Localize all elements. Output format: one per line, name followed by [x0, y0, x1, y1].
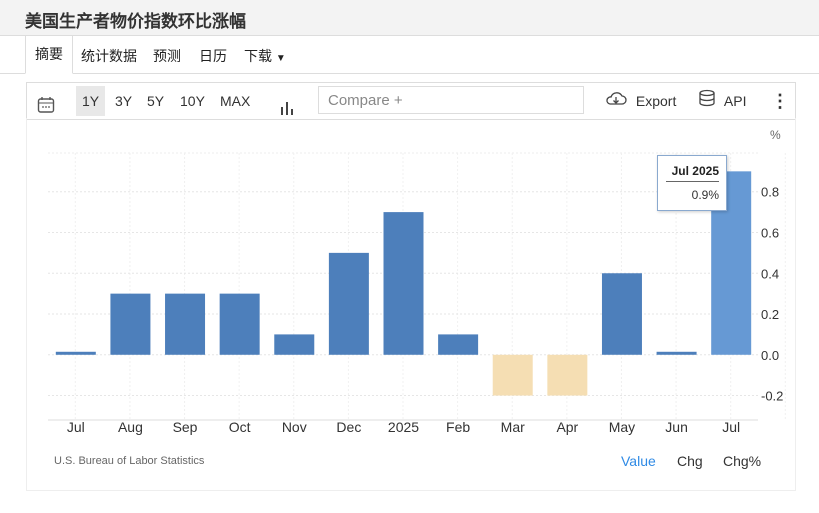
y-tick-label: 0.0 [761, 348, 779, 363]
bar[interactable] [492, 354, 533, 396]
bar-chart: 0.8 0.6 0.4 0.2 0.0 -0.2 Jul Aug Sep Oct Nov Dec 202… [48, 152, 786, 435]
y-tick-label: 0.6 [761, 225, 779, 240]
x-tick-label: Jul [722, 419, 740, 435]
bar[interactable] [110, 293, 151, 355]
x-tick-label: Sep [173, 419, 198, 435]
x-tick-label: Feb [446, 419, 470, 435]
chart-tooltip: Jul 2025 0.9% [657, 155, 727, 211]
source-label: U.S. Bureau of Labor Statistics [54, 455, 205, 467]
mode-chg[interactable]: Chg [677, 453, 703, 469]
bar[interactable] [165, 293, 206, 355]
tooltip-value: 0.9% [691, 188, 719, 202]
x-tick-label: Oct [229, 419, 251, 435]
x-tick-label: Dec [336, 419, 361, 435]
x-tick-label: 2025 [388, 419, 419, 435]
x-tick-label: May [609, 419, 635, 435]
bar[interactable] [274, 334, 315, 355]
y-tick-label: 0.2 [761, 307, 779, 322]
y-tick-label: 0.8 [761, 185, 779, 200]
x-tick-label: Mar [501, 419, 525, 435]
x-tick-label: Apr [556, 419, 578, 435]
x-tick-label: Jul [67, 419, 85, 435]
bar[interactable] [328, 252, 369, 355]
y-tick-label: 0.4 [761, 266, 779, 281]
mode-chg-pct[interactable]: Chg% [723, 453, 761, 469]
mode-value[interactable]: Value [621, 453, 656, 469]
x-tick-label: Nov [282, 419, 307, 435]
x-tick-label: Aug [118, 419, 143, 435]
unit-label: % [770, 128, 781, 142]
bar[interactable] [656, 351, 697, 355]
bar[interactable] [547, 354, 588, 396]
tooltip-title: Jul 2025 [666, 164, 719, 182]
bar[interactable] [383, 212, 424, 355]
y-tick-label: -0.2 [761, 389, 783, 404]
bar[interactable] [601, 273, 642, 355]
x-tick-label: Jun [665, 419, 688, 435]
bar[interactable] [55, 351, 96, 355]
bar[interactable] [438, 334, 479, 355]
bar[interactable] [219, 293, 260, 355]
